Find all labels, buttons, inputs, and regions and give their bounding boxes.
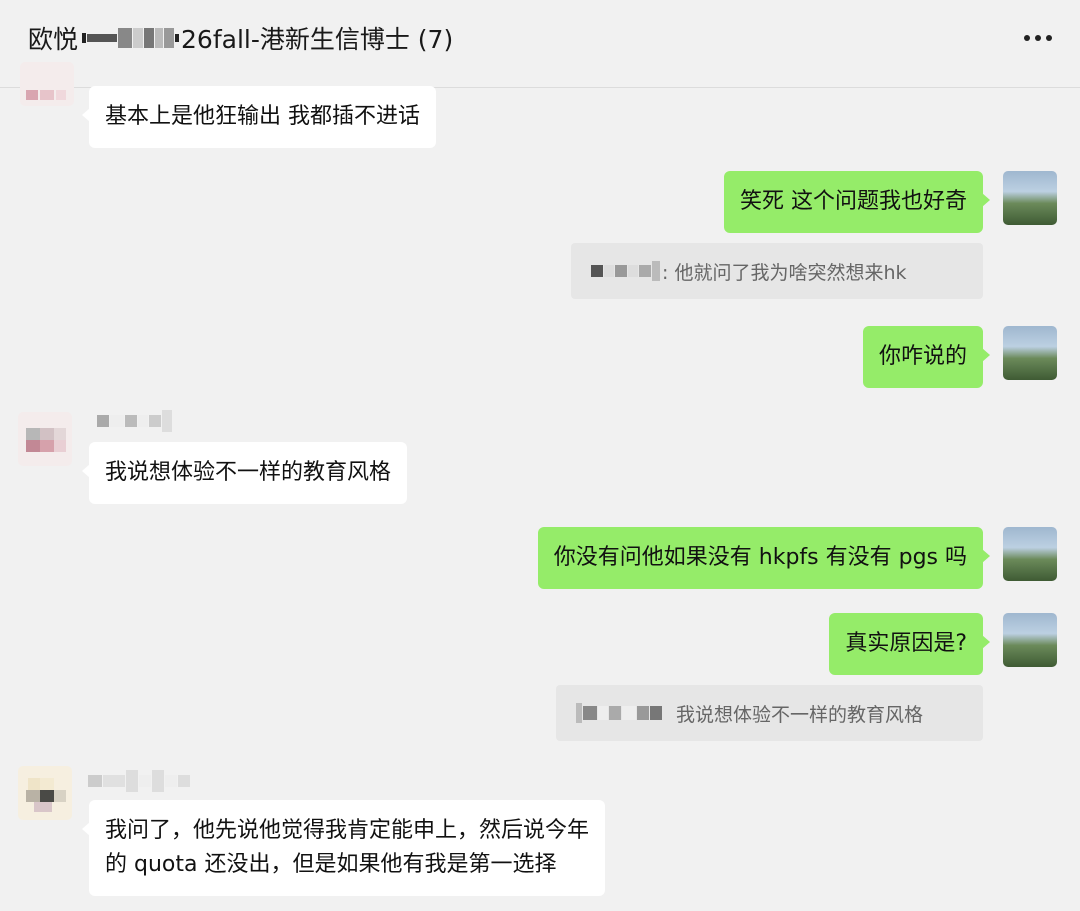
more-options-button[interactable] [1018, 24, 1058, 52]
message-text-line-2: 的 quota 还没出，但是如果他有我是第一选择 [105, 852, 557, 877]
chat-title-suffix: 26fall-港新生信博士 (7) [181, 25, 454, 54]
chat-title-prefix: 欧悦 [28, 25, 79, 54]
message-bubble-incoming[interactable]: 我说想体验不一样的教育风格 [81, 442, 408, 504]
chat-header: 欧悦 26fall-港新生信博士 (7) [0, 0, 1080, 88]
redacted-name-mosaic [591, 261, 660, 281]
message-text: 基本上是他狂输出 我都插不进话 [105, 104, 420, 129]
my-avatar[interactable] [1003, 326, 1057, 380]
more-dot [1035, 35, 1041, 41]
message-text: 你没有问他如果没有 hkpfs 有没有 pgs 吗 [553, 545, 967, 570]
message-text: 我说想体验不一样的教育风格 [105, 460, 392, 485]
message-text: 你咋说的 [878, 344, 967, 369]
quoted-text: : 他就问了我为啥突然想来hk [662, 261, 907, 284]
quoted-message[interactable]: 我说想体验不一样的教育风格 [556, 685, 983, 741]
my-avatar[interactable] [1003, 171, 1057, 225]
quoted-text: 我说想体验不一样的教育风格 [676, 703, 924, 726]
message-bubble-outgoing[interactable]: 笑死 这个问题我也好奇 [724, 171, 990, 233]
message-bubble-outgoing[interactable]: 真实原因是? [829, 613, 990, 675]
sender-name-redacted [88, 768, 190, 794]
sender-name-redacted [97, 408, 172, 434]
sender-avatar[interactable] [18, 766, 72, 820]
more-dot [1046, 35, 1052, 41]
message-bubble-incoming[interactable]: 我问了，他先说他觉得我肯定能申上，然后说今年 的 quota 还没出，但是如果他… [81, 800, 606, 896]
redacted-name-mosaic [576, 703, 662, 723]
message-bubble-outgoing[interactable]: 你咋说的 [862, 326, 991, 388]
message-bubble-outgoing[interactable]: 你没有问他如果没有 hkpfs 有没有 pgs 吗 [537, 527, 991, 589]
message-bubble-incoming[interactable]: 基本上是他狂输出 我都插不进话 [82, 86, 436, 148]
my-avatar[interactable] [1003, 613, 1057, 667]
sender-avatar[interactable] [18, 412, 72, 466]
more-horizontal-icon [1024, 35, 1030, 41]
message-text: 真实原因是? [845, 631, 967, 656]
message-text: 笑死 这个问题我也好奇 [740, 189, 967, 214]
chat-title[interactable]: 欧悦 26fall-港新生信博士 (7) [28, 20, 453, 56]
my-avatar[interactable] [1003, 527, 1057, 581]
message-text-line-1: 我问了，他先说他觉得我肯定能申上，然后说今年 [105, 818, 590, 843]
sender-avatar[interactable] [20, 62, 74, 106]
quoted-message[interactable]: : 他就问了我为啥突然想来hk [571, 243, 983, 299]
redacted-name-mosaic [88, 770, 190, 792]
redacted-name-mosaic [97, 410, 172, 432]
redacted-name-mosaic [82, 28, 180, 48]
